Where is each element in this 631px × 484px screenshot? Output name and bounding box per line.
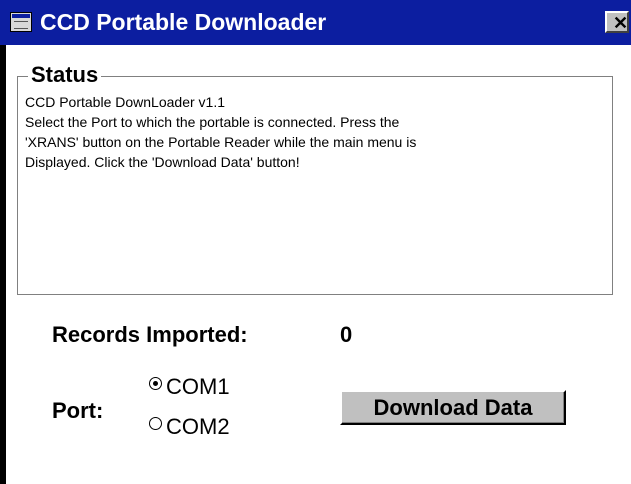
radio-selected-icon[interactable]: [149, 376, 162, 390]
port-option-label: COM2: [166, 414, 230, 439]
status-line: CCD Portable DownLoader v1.1: [25, 94, 225, 110]
port-option-com2[interactable]: COM2: [149, 414, 230, 440]
status-line: Displayed. Click the 'Download Data' but…: [25, 154, 300, 170]
radio-unselected-icon[interactable]: [149, 416, 162, 430]
status-legend: Status: [28, 63, 102, 87]
close-button[interactable]: ✕: [605, 11, 629, 33]
window-title: CCD Portable Downloader: [40, 9, 327, 35]
port-option-com1[interactable]: COM1: [149, 374, 230, 400]
records-imported-value: 0: [340, 322, 353, 347]
app-window: CCD Portable Downloader ✕ Status CCD Por…: [0, 0, 631, 484]
port-option-label: COM1: [166, 374, 230, 399]
port-label: Port:: [52, 398, 104, 423]
window-left-border: [0, 0, 6, 484]
status-text: CCD Portable DownLoader v1.1 Select the …: [25, 92, 605, 172]
status-line: Select the Port to which the portable is…: [25, 114, 400, 130]
status-line: 'XRANS' button on the Portable Reader wh…: [25, 134, 417, 150]
records-imported-label: Records Imported:: [52, 322, 248, 347]
app-window-icon[interactable]: [10, 12, 32, 32]
title-bar[interactable]: CCD Portable Downloader ✕: [0, 0, 631, 45]
download-data-button[interactable]: Download Data: [340, 390, 566, 425]
